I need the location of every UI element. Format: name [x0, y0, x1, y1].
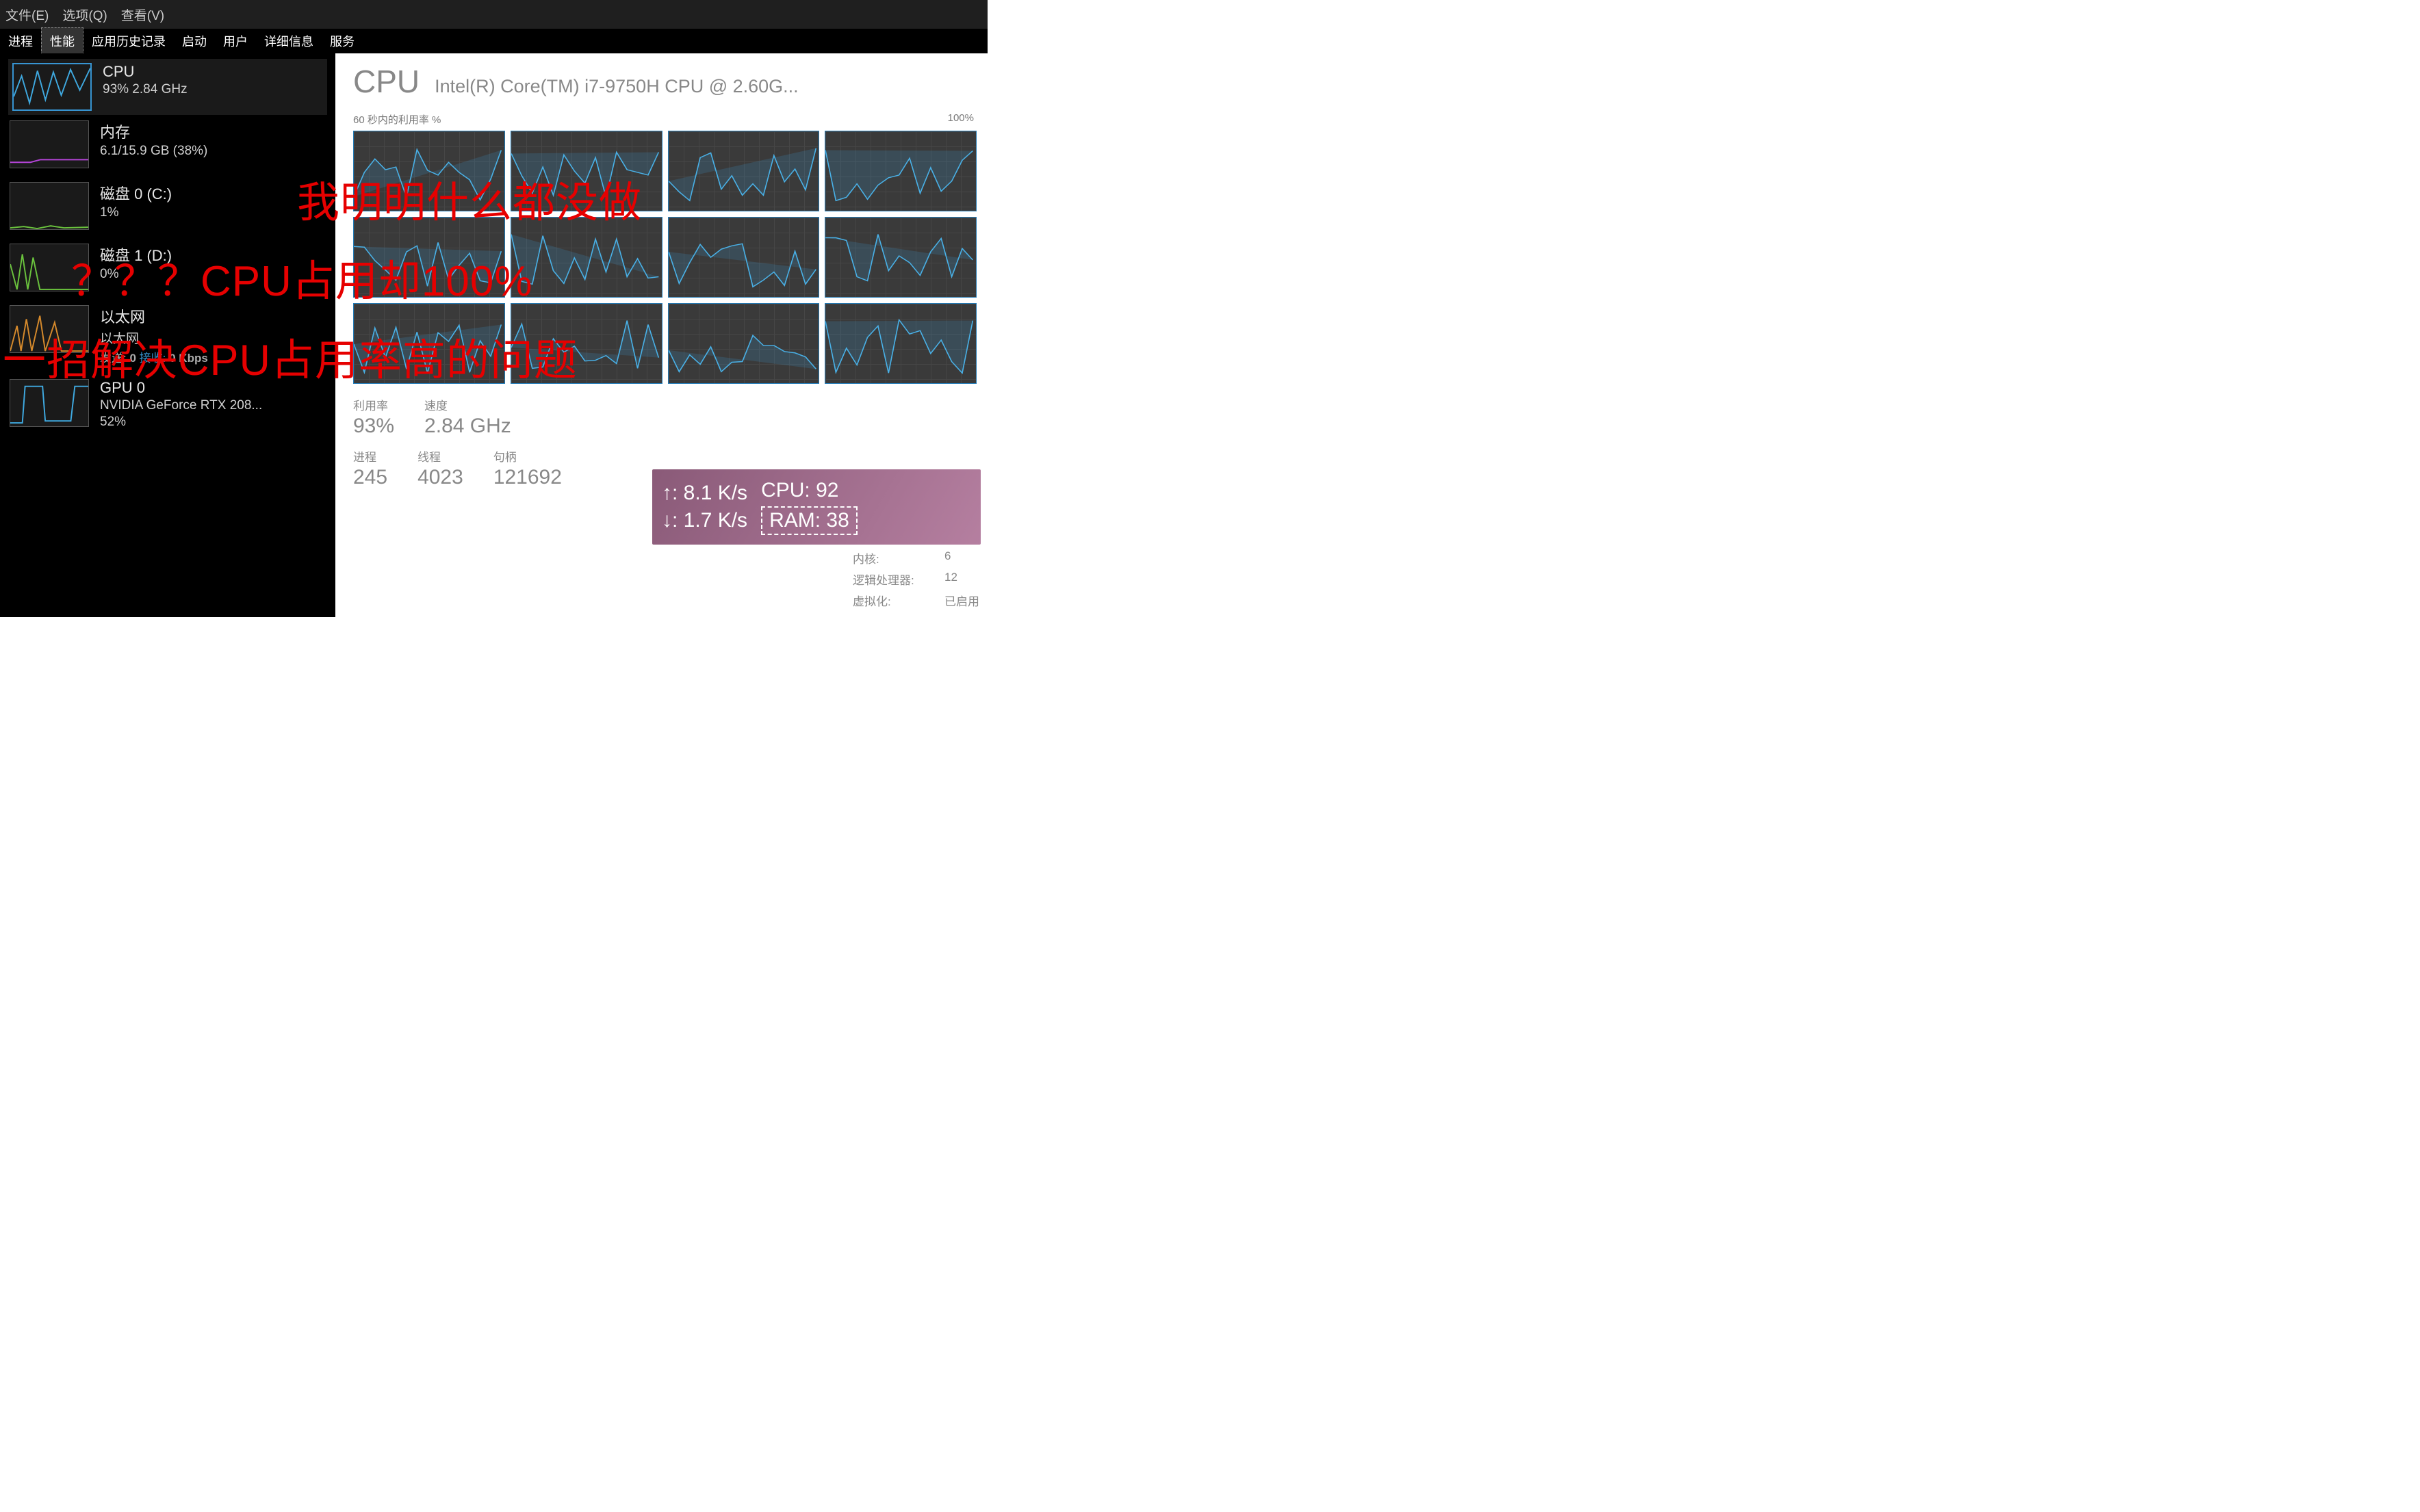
sb-title: 以太网	[100, 305, 208, 327]
sb-sub: 以太网	[100, 328, 208, 347]
sidebar-item-eth[interactable]: 以太网 以太网 发送: 0 接收: 0 Kbps	[10, 302, 326, 372]
net-download: ↓: 1.7 K/s	[662, 509, 747, 532]
sb-sub: 93% 2.84 GHz	[103, 82, 188, 97]
tab-进程[interactable]: 进程	[0, 28, 41, 54]
stat-利用率: 利用率93%	[353, 396, 394, 438]
sb-sub: NVIDIA GeForce RTX 208...	[100, 398, 262, 413]
cpu-core-3	[825, 131, 977, 211]
cpu-core-1	[511, 131, 662, 211]
cpu-core-0	[353, 131, 505, 211]
info-row: 逻辑处理器:12	[853, 571, 979, 588]
cpu-core-7	[825, 217, 977, 298]
mini-graph-gpu	[10, 379, 89, 427]
cpu-info-list: 内核:6 逻辑处理器:12 虚拟化:已启用	[853, 549, 979, 613]
menu-view[interactable]: 查看(V)	[121, 5, 164, 24]
sb-title: 内存	[100, 120, 207, 142]
net-rates: 发送: 0 接收: 0 Kbps	[100, 348, 208, 365]
stat-进程: 进程245	[353, 447, 387, 489]
cpu-core-grid	[353, 131, 977, 384]
stat-线程: 线程4023	[417, 447, 463, 489]
menu-file[interactable]: 文件(E)	[5, 5, 49, 24]
mini-graph-mem	[10, 120, 89, 168]
sidebar-item-disk1[interactable]: 磁盘 1 (D:) 0%	[10, 241, 326, 298]
sb-title: GPU 0	[100, 379, 262, 397]
sidebar: CPU 93% 2.84 GHz 内存 6.1/15.9 GB (38%) 磁盘…	[0, 53, 335, 617]
sb-sub: 1%	[100, 205, 172, 220]
menu-options[interactable]: 选项(Q)	[62, 5, 107, 24]
chart-label-left: 60 秒内的利用率 %	[353, 112, 441, 127]
sb-sub: 0%	[100, 267, 172, 282]
sb-title: CPU	[103, 63, 188, 81]
sidebar-item-disk0[interactable]: 磁盘 0 (C:) 1%	[10, 179, 326, 237]
cpu-core-4	[353, 217, 505, 298]
cpu-core-10	[668, 303, 820, 384]
sb-sub: 6.1/15.9 GB (38%)	[100, 144, 207, 159]
net-cpu: CPU: 92	[761, 479, 858, 502]
info-row: 虚拟化:已启用	[853, 592, 979, 609]
main-title: CPU	[353, 63, 420, 100]
sb-title: 磁盘 0 (C:)	[100, 182, 172, 204]
sidebar-item-mem[interactable]: 内存 6.1/15.9 GB (38%)	[10, 118, 326, 175]
tab-启动[interactable]: 启动	[174, 28, 215, 54]
mini-graph-cpu	[12, 63, 92, 111]
tab-bar: 进程性能应用历史记录启动用户详细信息服务	[0, 29, 988, 53]
chart-label-right: 100%	[948, 112, 974, 127]
cpu-core-11	[825, 303, 977, 384]
cpu-core-9	[511, 303, 662, 384]
tab-详细信息[interactable]: 详细信息	[256, 28, 322, 54]
cpu-core-5	[511, 217, 662, 298]
tab-用户[interactable]: 用户	[215, 28, 256, 54]
cpu-model: Intel(R) Core(TM) i7-9750H CPU @ 2.60G..…	[435, 76, 799, 97]
sidebar-item-cpu[interactable]: CPU 93% 2.84 GHz	[8, 59, 327, 115]
mini-graph-disk1	[10, 244, 89, 291]
mini-graph-disk0	[10, 182, 89, 230]
tab-服务[interactable]: 服务	[322, 28, 363, 54]
sb-title: 磁盘 1 (D:)	[100, 244, 172, 265]
net-ram: RAM: 38	[761, 506, 858, 535]
stat-句柄: 句柄121692	[493, 447, 562, 489]
network-monitor-overlay: ↑: 8.1 K/s ↓: 1.7 K/s CPU: 92 RAM: 38	[652, 469, 981, 545]
cpu-core-2	[668, 131, 820, 211]
menu-bar: 文件(E) 选项(Q) 查看(V)	[0, 0, 988, 29]
tab-应用历史记录[interactable]: 应用历史记录	[83, 28, 174, 54]
main-panel: CPU Intel(R) Core(TM) i7-9750H CPU @ 2.6…	[335, 53, 988, 617]
net-upload: ↑: 8.1 K/s	[662, 482, 747, 505]
cpu-core-8	[353, 303, 505, 384]
stat-速度: 速度2.84 GHz	[424, 396, 511, 438]
cpu-core-6	[668, 217, 820, 298]
info-row: 内核:6	[853, 549, 979, 566]
tab-性能[interactable]: 性能	[41, 27, 83, 55]
mini-graph-eth	[10, 305, 89, 353]
sidebar-item-gpu[interactable]: GPU 0 NVIDIA GeForce RTX 208... 52%	[10, 376, 326, 436]
